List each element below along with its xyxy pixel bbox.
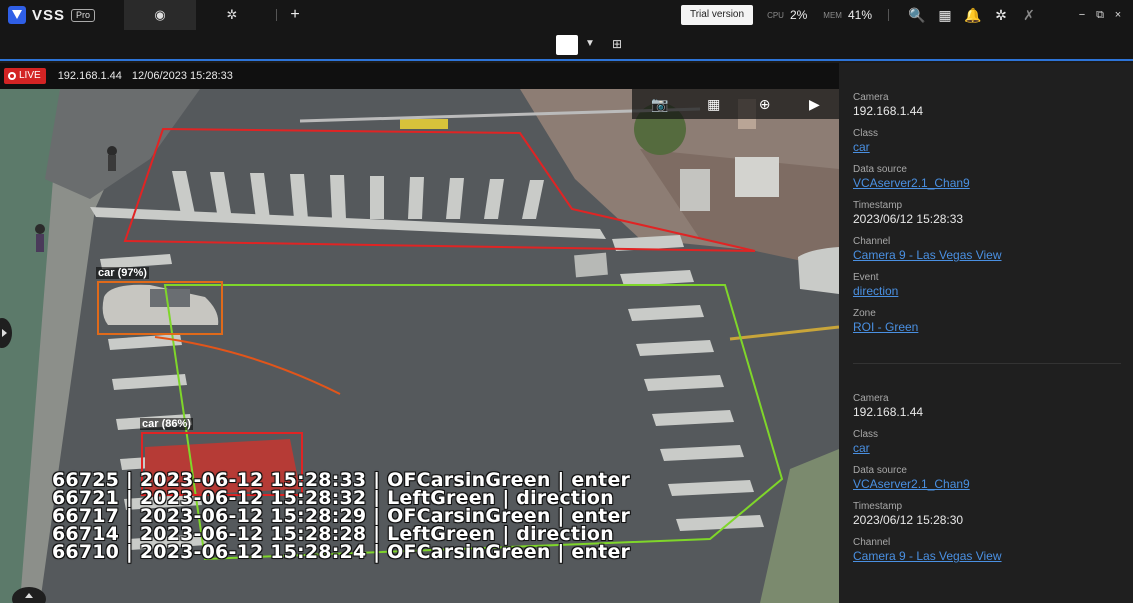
video-header: LIVE 192.168.1.44 12/06/2023 15:28:33 <box>0 63 839 89</box>
minimize-icon[interactable]: − <box>1073 9 1091 21</box>
toolbar-divider <box>888 9 889 21</box>
field-camera: Camera 192.168.1.44 <box>853 92 924 118</box>
tab-settings[interactable]: ✲ <box>196 0 268 30</box>
layout-toggle-icon[interactable]: ⊞ <box>612 37 622 51</box>
scene-car-3 <box>798 247 839 294</box>
layout-icon[interactable]: ▦ <box>707 96 720 113</box>
field-camera: Camera 192.168.1.44 <box>853 393 924 419</box>
gear-icon: ✲ <box>226 7 238 22</box>
settings-icon[interactable]: ✲ <box>987 7 1015 24</box>
field-class: Class car <box>853 428 1133 456</box>
top-bar: VSS Pro ◉ ✲ + Trial version CPU 2% MEM 4… <box>0 0 1133 30</box>
eye-icon: ◉ <box>154 7 166 22</box>
event-card: Camera 192.168.1.44 Class car Data sourc… <box>839 392 1133 564</box>
traffic-signal <box>400 119 448 129</box>
app-name: VSS <box>32 6 66 24</box>
class-link[interactable]: car <box>853 441 1133 456</box>
detection-label-2: car (86%) <box>140 418 193 430</box>
snapshot-icon[interactable]: 📷 <box>651 96 668 113</box>
tab-divider <box>276 9 277 21</box>
layout-bar: ▼ ⊞ <box>0 30 1133 61</box>
data-source-link[interactable]: VCAserver2.1_Chan9 <box>853 176 1133 191</box>
event-divider <box>853 363 1121 364</box>
camera-ip: 192.168.1.44 <box>57 70 122 82</box>
layout-color-swatch[interactable] <box>556 35 578 55</box>
event-link[interactable]: direction <box>853 284 1133 299</box>
class-link[interactable]: car <box>853 140 1133 155</box>
electric-cabinet <box>735 157 779 197</box>
event-card: Camera 192.168.1.44 Class car Data sourc… <box>839 63 1133 335</box>
event-log-overlay: 66725 | 2023-06-12 15:28:33 | OFCarsinGr… <box>52 471 631 563</box>
field-zone: Zone ROI - Green <box>853 307 1133 335</box>
search-icon[interactable]: 🔍 <box>903 7 931 24</box>
vss-logo-icon <box>8 6 26 24</box>
field-class: Class car <box>853 127 1133 155</box>
mem-label: MEM <box>823 10 842 20</box>
channel-link[interactable]: Camera 9 - Las Vegas View <box>853 549 1133 564</box>
live-badge: LIVE <box>4 68 46 84</box>
trial-version-button[interactable]: Trial version <box>680 5 754 25</box>
video-toolbar: 📷 ▦ ⊕ ▶ <box>632 89 839 119</box>
video-datetime: 12/06/2023 15:28:33 <box>131 70 233 82</box>
field-event: Event direction <box>853 271 1133 299</box>
play-icon[interactable]: ▶ <box>809 96 820 113</box>
channel-link[interactable]: Camera 9 - Las Vegas View <box>853 248 1133 263</box>
field-channel: Channel Camera 9 - Las Vegas View <box>853 536 1133 564</box>
grid-icon[interactable]: ▦ <box>931 7 959 24</box>
add-tab-button[interactable]: + <box>285 6 305 24</box>
field-channel: Channel Camera 9 - Las Vegas View <box>853 235 1133 263</box>
record-dot-icon <box>8 72 16 80</box>
data-source-link[interactable]: VCAserver2.1_Chan9 <box>853 477 1133 492</box>
event-panel: Camera 192.168.1.44 Class car Data sourc… <box>839 63 1133 603</box>
app-logo: VSS Pro <box>0 0 124 30</box>
field-timestamp: Timestamp 2023/06/12 15:28:30 <box>853 501 964 527</box>
close-icon[interactable]: × <box>1109 9 1127 21</box>
cpu-label: CPU <box>767 10 784 20</box>
tab-live-view[interactable]: ◉ <box>124 0 196 30</box>
road-sign-mark <box>574 252 608 278</box>
utility-box <box>680 169 710 211</box>
restore-icon[interactable]: ⧉ <box>1091 9 1109 22</box>
edition-badge: Pro <box>71 8 96 22</box>
bell-icon[interactable]: 🔔 <box>959 7 987 24</box>
live-label: LIVE <box>19 70 41 81</box>
video-pane[interactable]: LIVE 192.168.1.44 12/06/2023 15:28:33 ca… <box>0 63 839 603</box>
chevron-down-icon[interactable]: ▼ <box>585 38 595 49</box>
pin-icon[interactable]: ✗ <box>1015 7 1043 24</box>
detection-label-1: car (97%) <box>96 267 149 279</box>
field-timestamp: Timestamp 2023/06/12 15:28:33 <box>853 200 964 226</box>
field-data-source: Data source VCAserver2.1_Chan9 <box>853 163 1133 191</box>
field-data-source: Data source VCAserver2.1_Chan9 <box>853 464 1133 492</box>
app-window: VSS Pro ◉ ✲ + Trial version CPU 2% MEM 4… <box>0 0 1133 603</box>
mem-value: 41% <box>847 8 872 22</box>
cpu-value: 2% <box>789 8 808 22</box>
zone-link[interactable]: ROI - Green <box>853 320 1133 335</box>
zoom-search-icon[interactable]: ⊕ <box>759 96 771 113</box>
event-log-line: 66710 | 2023-06-12 15:28:24 | OFCarsinGr… <box>52 541 631 563</box>
